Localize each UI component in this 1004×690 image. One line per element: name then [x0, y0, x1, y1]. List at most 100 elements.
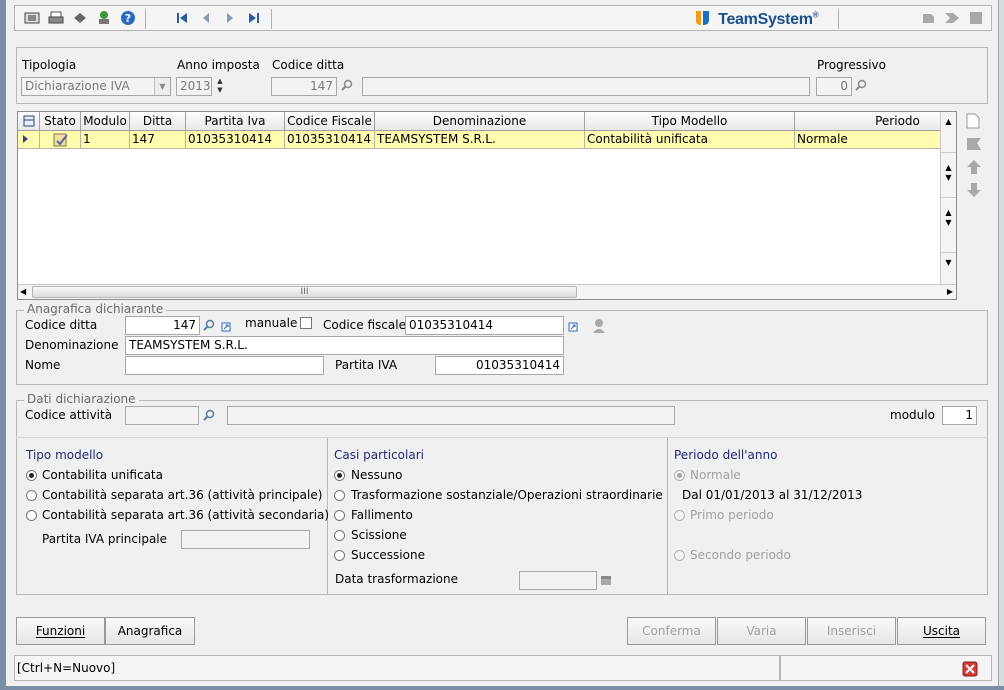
- search-icon[interactable]: [341, 79, 353, 94]
- partita-iva-principale-label: Partita IVA principale: [42, 532, 168, 546]
- open-link-icon[interactable]: [221, 321, 231, 335]
- scroll-down-icon[interactable]: ▼: [941, 252, 956, 272]
- codice-ditta-field[interactable]: 147: [271, 77, 337, 96]
- grid-select-all[interactable]: [18, 112, 40, 131]
- cell-tipo-modello: Contabilità unificata: [585, 131, 795, 149]
- new-document-icon[interactable]: [966, 113, 980, 132]
- column-header-denominazione[interactable]: Denominazione: [375, 112, 585, 131]
- anagrafica-button[interactable]: Anagrafica: [105, 617, 195, 645]
- scissione-label[interactable]: Scissione: [351, 528, 407, 542]
- modulo-field[interactable]: 1: [942, 406, 977, 425]
- scroll-up-icon[interactable]: ▲: [941, 112, 956, 132]
- radio-scissione[interactable]: [334, 530, 345, 541]
- print-icon[interactable]: [47, 9, 65, 27]
- move-up-icon[interactable]: [966, 159, 982, 178]
- column-header-modulo[interactable]: Modulo: [81, 112, 130, 131]
- open-link-icon[interactable]: [568, 321, 578, 335]
- partita-iva-value: 01035310414: [476, 358, 560, 372]
- radio-contabilita-unificata[interactable]: [26, 470, 37, 481]
- cell-partita-iva: 01035310414: [186, 131, 285, 149]
- page-up-icon[interactable]: ▲ ▼: [941, 152, 956, 192]
- radio-normale[interactable]: [674, 470, 685, 481]
- last-record-icon[interactable]: [245, 9, 263, 27]
- manuale-checkbox[interactable]: [300, 317, 312, 329]
- export-icon[interactable]: [95, 9, 113, 27]
- contabilita-unificata-label[interactable]: Contabilita unificata: [42, 468, 163, 482]
- partita-iva-field[interactable]: 01035310414: [435, 356, 564, 375]
- scroll-left-icon[interactable]: ◀: [20, 286, 26, 298]
- codice-ditta-label: Codice ditta: [272, 58, 345, 72]
- close-icon[interactable]: [962, 661, 978, 680]
- radio-trasformazione[interactable]: [334, 490, 345, 501]
- progressivo-field[interactable]: 0: [816, 77, 852, 96]
- dichiarazioni-grid[interactable]: Stato Modulo Ditta Partita Iva Codice Fi…: [17, 111, 957, 300]
- calendar-icon[interactable]: [600, 574, 612, 589]
- teamsystem-logo: TeamSystem®: [694, 9, 819, 29]
- radio-fallimento[interactable]: [334, 510, 345, 521]
- radio-successione[interactable]: [334, 550, 345, 561]
- row-indicator-icon[interactable]: [18, 131, 40, 149]
- primo-periodo-label[interactable]: Primo periodo: [690, 508, 774, 522]
- tools-icon[interactable]: [71, 9, 89, 27]
- anno-imposta-field[interactable]: 2013: [176, 77, 212, 96]
- normale-label[interactable]: Normale: [690, 468, 741, 482]
- search-icon[interactable]: [855, 79, 867, 94]
- window-icon[interactable]: [967, 9, 985, 27]
- minimize-panel-icon[interactable]: [919, 9, 937, 27]
- casi-particolari-title: Casi particolari: [334, 448, 424, 462]
- radio-secondo-periodo[interactable]: [674, 550, 685, 561]
- conferma-button[interactable]: Conferma: [627, 617, 716, 645]
- prev-record-icon[interactable]: [197, 9, 215, 27]
- funzioni-button[interactable]: Funzioni: [16, 617, 105, 645]
- column-header-periodo[interactable]: Periodo: [795, 112, 941, 131]
- uscita-button[interactable]: Uscita: [897, 617, 986, 645]
- delete-row-icon[interactable]: [966, 136, 982, 155]
- scroll-right-icon[interactable]: ▶: [947, 286, 953, 298]
- page-down-icon[interactable]: ▲ ▼: [941, 197, 956, 237]
- radio-nessuno[interactable]: [334, 470, 345, 481]
- divider: [667, 437, 668, 595]
- forward-arrow-icon[interactable]: [943, 9, 961, 27]
- help-icon[interactable]: ?: [119, 9, 137, 27]
- column-header-partita-iva[interactable]: Partita Iva: [186, 112, 285, 131]
- nessuno-label[interactable]: Nessuno: [351, 468, 402, 482]
- successione-label[interactable]: Successione: [351, 548, 425, 562]
- column-header-ditta[interactable]: Ditta: [130, 112, 186, 131]
- nome-field[interactable]: [125, 356, 324, 375]
- first-record-icon[interactable]: [173, 9, 191, 27]
- data-trasformazione-field[interactable]: [519, 571, 597, 590]
- column-header-codice-fiscale[interactable]: Codice Fiscale: [285, 112, 375, 131]
- fallimento-label[interactable]: Fallimento: [351, 508, 413, 522]
- radio-contabilita-separata-secondaria[interactable]: [26, 510, 37, 521]
- scroll-thumb[interactable]: III: [32, 286, 577, 298]
- anag-codice-ditta-field[interactable]: 147: [125, 316, 200, 335]
- modulo-label: modulo: [890, 408, 935, 422]
- move-down-icon[interactable]: [966, 182, 982, 201]
- partita-iva-principale-field[interactable]: [181, 530, 310, 549]
- anag-codice-fiscale-field[interactable]: 01035310414: [405, 316, 564, 335]
- denominazione-field[interactable]: TEAMSYSTEM S.R.L.: [125, 336, 564, 355]
- search-icon[interactable]: [203, 319, 215, 334]
- next-record-icon[interactable]: [221, 9, 239, 27]
- partita-iva-label: Partita IVA: [335, 358, 398, 372]
- tipologia-select[interactable]: Dichiarazione IVA ▼: [21, 77, 171, 96]
- anno-spinner[interactable]: ▲ ▼: [215, 77, 225, 96]
- radio-contabilita-separata-principale[interactable]: [26, 490, 37, 501]
- grid-horizontal-scrollbar[interactable]: ◀ III ▶: [18, 284, 956, 299]
- radio-primo-periodo[interactable]: [674, 510, 685, 521]
- contabilita-separata-secondaria-label[interactable]: Contabilità separata art.36 (attività se…: [42, 508, 329, 522]
- codice-attivita-field[interactable]: [125, 406, 199, 425]
- contabilita-separata-principale-label[interactable]: Contabilità separata art.36 (attività pr…: [42, 488, 322, 502]
- search-icon[interactable]: [203, 409, 215, 424]
- conferma-label: Conferma: [642, 624, 701, 638]
- chevron-down-icon[interactable]: ▼: [154, 78, 170, 95]
- print-preview-icon[interactable]: [23, 9, 41, 27]
- trasformazione-label[interactable]: Trasformazione sostanziale/Operazioni st…: [351, 488, 663, 502]
- varia-button[interactable]: Varia: [717, 617, 806, 645]
- secondo-periodo-label[interactable]: Secondo periodo: [690, 548, 791, 562]
- grid-vertical-scrollbar[interactable]: ▲ ▲ ▼ ▲ ▼ ▼: [940, 112, 956, 284]
- inserisci-button[interactable]: Inserisci: [807, 617, 896, 645]
- column-header-tipo-modello[interactable]: Tipo Modello: [585, 112, 795, 131]
- user-icon[interactable]: [592, 318, 606, 337]
- column-header-stato[interactable]: Stato: [40, 112, 81, 131]
